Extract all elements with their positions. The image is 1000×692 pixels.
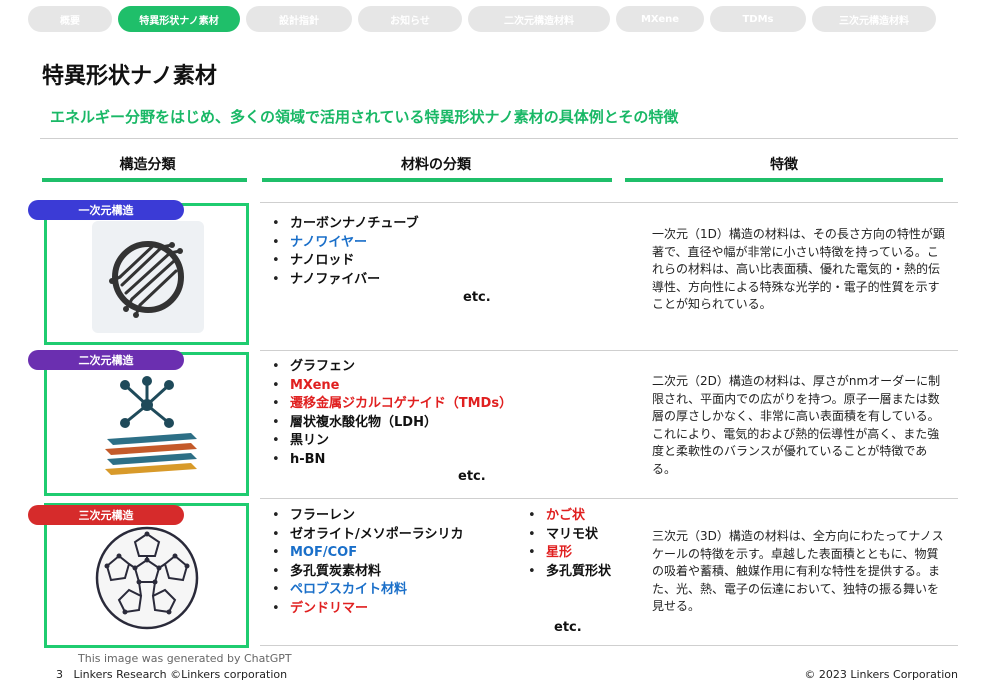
tab-special-nanomaterials[interactable]: 特異形状ナノ素材: [118, 6, 240, 32]
list-item: h-BN: [272, 451, 512, 470]
layered-material-icon: [105, 376, 197, 475]
etc-label: etc.: [463, 290, 491, 305]
tab-2d-materials[interactable]: 二次元構造材料: [468, 6, 610, 32]
one-d-badge: 一次元構造: [28, 200, 184, 220]
list-item: 層状複水酸化物（LDH）: [272, 414, 512, 433]
list-item: MXene: [272, 377, 512, 396]
row-divider: [260, 350, 958, 351]
list-item: カーボンナノチューブ: [272, 215, 419, 234]
column-header-materials: 材料の分類: [401, 157, 471, 173]
nav-tabs: 概要 特異形状ナノ素材 設計指針 お知らせ 二次元構造材料 MXene TDMs…: [28, 6, 936, 32]
column-underline: [42, 178, 247, 182]
fullerene-icon: [95, 526, 199, 630]
list-item: グラフェン: [272, 358, 512, 377]
footer-left: 3 Linkers Research ©Linkers corporation: [56, 668, 287, 681]
tab-3d-materials[interactable]: 三次元構造材料: [812, 6, 936, 32]
list-item: ペロブスカイト材料: [272, 581, 464, 600]
two-d-badge: 二次元構造: [28, 350, 184, 370]
list-item: ゼオライト/メソポーラシリカ: [272, 526, 464, 545]
footer-research-label: Linkers Research ©Linkers corporation: [73, 668, 288, 681]
page-number: 3: [56, 668, 63, 681]
page-subtitle: エネルギー分野をはじめ、多くの領域で活用されている特異形状ナノ素材の具体例とその…: [50, 108, 679, 126]
nanowire-sphere-icon: [92, 221, 204, 333]
tab-mxene[interactable]: MXene: [616, 6, 704, 32]
list-item: デンドリマー: [272, 600, 464, 619]
list-item: 黒リン: [272, 432, 512, 451]
row-divider: [260, 202, 958, 203]
list-item: マリモ状: [528, 526, 611, 545]
etc-label: etc.: [458, 469, 486, 484]
list-item: 多孔質形状: [528, 563, 611, 582]
tab-overview[interactable]: 概要: [28, 6, 112, 32]
two-d-feature-text: 二次元（2D）構造の材料は、厚さがnmオーダーに制限され、平面内での広がりを持つ…: [652, 374, 941, 476]
row-divider: [260, 645, 958, 646]
list-item: 多孔質炭素材料: [272, 563, 464, 582]
column-header-features: 特徴: [770, 157, 798, 173]
one-d-image-frame: [44, 203, 249, 345]
list-item: ナノワイヤー: [272, 234, 419, 253]
tab-news[interactable]: お知らせ: [358, 6, 462, 32]
three-d-materials-list: フラーレン ゼオライト/メソポーラシリカ MOF/COF 多孔質炭素材料 ペロブ…: [272, 507, 464, 618]
two-d-image-frame: [44, 352, 249, 496]
column-underline: [625, 178, 943, 182]
list-item: 星形: [528, 544, 611, 563]
list-item: かご状: [528, 507, 611, 526]
list-item: 遷移金属ジカルコゲナイド（TMDs）: [272, 395, 512, 414]
two-d-materials-list: グラフェン MXene 遷移金属ジカルコゲナイド（TMDs） 層状複水酸化物（L…: [272, 358, 512, 469]
list-item: フラーレン: [272, 507, 464, 526]
etc-label: etc.: [554, 620, 582, 635]
one-d-feature-text: 一次元（1D）構造の材料は、その長さ方向の特性が顕著で、直径や幅が非常に小さい特…: [652, 227, 945, 311]
column-header-structure: 構造分類: [119, 157, 176, 173]
tab-tdms[interactable]: TDMs: [710, 6, 806, 32]
three-d-badge: 三次元構造: [28, 505, 184, 525]
list-item: MOF/COF: [272, 544, 464, 563]
three-d-shapes-list: かご状 マリモ状 星形 多孔質形状: [528, 507, 611, 581]
column-underline: [262, 178, 612, 182]
three-d-feature-text: 三次元（3D）構造の材料は、全方向にわたってナノスケールの特徴を示す。卓越した表…: [652, 529, 944, 613]
one-d-materials-list: カーボンナノチューブ ナノワイヤー ナノロッド ナノファイバー: [272, 215, 419, 289]
row-divider: [260, 498, 958, 499]
page-title: 特異形状ナノ素材: [42, 64, 217, 89]
divider: [40, 138, 958, 139]
list-item: ナノファイバー: [272, 271, 419, 290]
list-item: ナノロッド: [272, 252, 419, 271]
footer-copyright: © 2023 Linkers Corporation: [804, 668, 958, 681]
tab-design-guidelines[interactable]: 設計指針: [246, 6, 352, 32]
image-credit: This image was generated by ChatGPT: [78, 652, 292, 665]
